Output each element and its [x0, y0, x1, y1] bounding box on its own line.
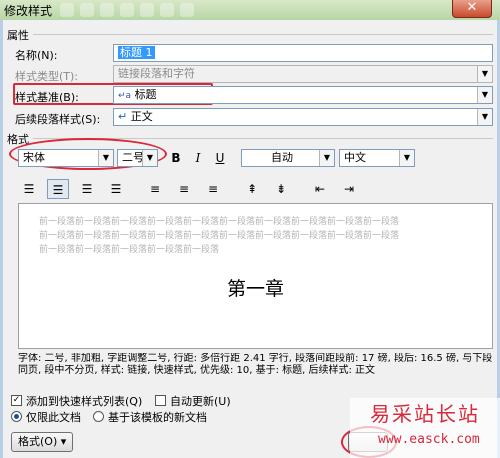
watermark-url: www.easck.com — [378, 432, 480, 447]
script-select[interactable]: 中文 ▼ — [339, 149, 415, 167]
font-size-value: 二号 — [122, 151, 144, 164]
one-half-spacing-button[interactable]: ≡ — [173, 179, 195, 199]
name-input[interactable]: 标题 1 — [113, 44, 493, 62]
style-preview: 前一段落前一段落前一段落前一段落前一段落前一段落前一段落前一段落前一段落前一段落… — [18, 203, 493, 349]
next-style-select[interactable]: ↵ 正文 ▼ — [113, 108, 493, 126]
properties-section-title: 属性 — [7, 29, 29, 42]
increase-paragraph-spacing-button[interactable]: ⇞ — [241, 179, 263, 199]
checkmark-icon: ✓ — [12, 395, 21, 405]
single-spacing-button[interactable]: ≡ — [144, 179, 166, 199]
next-style-label: 后续段落样式(S): — [15, 113, 101, 126]
single-spacing-icon: ≡ — [149, 182, 161, 196]
increase-spacing-icon: ⇞ — [246, 182, 258, 196]
blurred-toolbar-icon — [80, 3, 94, 17]
script-value: 中文 — [344, 151, 366, 164]
add-to-quick-styles-checkbox[interactable]: ✓ — [11, 395, 22, 406]
close-icon: ✕ — [466, 0, 478, 15]
blurred-toolbar-icon — [120, 3, 134, 17]
chevron-down-icon: ▼ — [477, 66, 492, 82]
increase-indent-icon: ⇥ — [343, 182, 355, 196]
style-type-value: 链接段落和字符 — [118, 67, 195, 80]
new-documents-template-radio[interactable] — [93, 411, 104, 422]
align-center-icon: ☰ — [52, 183, 64, 197]
italic-icon: I — [195, 151, 201, 165]
chevron-down-icon: ▼ — [319, 150, 334, 166]
new-documents-template-label: 基于该模板的新文档 — [108, 411, 207, 424]
italic-button[interactable]: I — [187, 148, 209, 168]
auto-update-label: 自动更新(U) — [170, 395, 231, 408]
font-color-value: 自动 — [271, 151, 293, 164]
auto-update-checkbox[interactable] — [155, 395, 166, 406]
add-to-quick-styles-label: 添加到快速样式列表(Q) — [26, 395, 143, 408]
decrease-spacing-icon: ⇟ — [275, 182, 287, 196]
window-title: 修改样式 — [4, 4, 53, 18]
decrease-paragraph-spacing-button[interactable]: ⇟ — [270, 179, 292, 199]
justify-icon: ☰ — [110, 182, 122, 196]
chevron-down-icon: ▼ — [98, 150, 113, 166]
chevron-down-icon: ▼ — [477, 87, 492, 103]
format-menu-button[interactable]: 格式(O) ▾ — [11, 432, 74, 452]
chevron-down-icon: ▼ — [477, 109, 492, 125]
paragraph-return-icon: ↵ — [118, 110, 128, 123]
next-style-value: 正文 — [130, 110, 153, 123]
preview-heading: 第一章 — [226, 278, 284, 300]
justify-button[interactable]: ☰ — [105, 179, 127, 199]
align-center-button[interactable]: ☰ — [47, 179, 69, 199]
style-description: 字体: 二号, 非加粗, 字距调整二号, 行距: 多倍行距 2.41 字行, 段… — [18, 353, 493, 376]
font-color-select[interactable]: 自动 ▼ — [241, 149, 335, 167]
decrease-indent-icon: ⇤ — [314, 182, 326, 196]
align-right-icon: ☰ — [81, 182, 93, 196]
name-label: 名称(N): — [15, 49, 58, 62]
preview-previous-paragraph: 前一段落前一段落前一段落前一段落前一段落前一段落前一段落前一段落前一段落前一段落 — [39, 231, 400, 241]
name-value: 标题 1 — [118, 46, 155, 59]
dialog-body: 属性 名称(N): 标题 1 样式类型(T): 链接段落和字符 ▼ 样式基准(B… — [0, 20, 500, 458]
one-half-spacing-icon: ≡ — [178, 182, 190, 196]
format-menu-label: 格式(O) ▾ — [18, 435, 67, 448]
only-this-document-radio[interactable] — [11, 411, 22, 422]
underline-button[interactable]: U — [209, 148, 231, 168]
blurred-toolbar-icon — [160, 3, 174, 17]
font-name-value: 宋体 — [23, 151, 45, 164]
decrease-indent-button[interactable]: ⇤ — [309, 179, 331, 199]
increase-indent-button[interactable]: ⇥ — [338, 179, 360, 199]
font-name-select[interactable]: 宋体 ▼ — [18, 149, 114, 167]
double-spacing-icon: ≡ — [207, 182, 219, 196]
preview-previous-paragraph: 前一段落前一段落前一段落前一段落前一段落 — [39, 245, 220, 255]
preview-previous-paragraph: 前一段落前一段落前一段落前一段落前一段落前一段落前一段落前一段落前一段落前一段落 — [39, 217, 400, 227]
bold-button[interactable]: B — [165, 148, 187, 168]
align-left-icon: ☰ — [23, 182, 35, 196]
blurred-toolbar-icon — [100, 3, 114, 17]
close-button[interactable]: ✕ — [452, 0, 492, 18]
chevron-down-icon: ▼ — [142, 150, 157, 166]
based-on-select[interactable]: ↵a 标题 ▼ — [113, 86, 493, 104]
style-type-label: 样式类型(T): — [15, 70, 79, 83]
underline-icon: U — [215, 151, 225, 165]
double-spacing-button[interactable]: ≡ — [202, 179, 224, 199]
blurred-toolbar-icon — [180, 3, 194, 17]
blurred-toolbar-icon — [60, 3, 74, 17]
font-size-select[interactable]: 二号 ▼ — [117, 149, 158, 167]
bold-icon: B — [171, 151, 181, 165]
align-left-button[interactable]: ☰ — [18, 179, 40, 199]
based-on-value: 标题 — [134, 88, 157, 101]
chevron-down-icon: ▼ — [399, 150, 414, 166]
paragraph-char-icon: ↵a — [118, 91, 132, 101]
properties-divider — [33, 34, 493, 35]
style-type-select[interactable]: 链接段落和字符 ▼ — [113, 65, 493, 83]
watermark-logo: 易采站长站 — [370, 402, 480, 426]
align-right-button[interactable]: ☰ — [76, 179, 98, 199]
blurred-toolbar-icon — [140, 3, 154, 17]
title-bar: 修改样式 ✕ — [0, 0, 500, 20]
based-on-label: 样式基准(B): — [15, 91, 79, 104]
only-this-document-label: 仅限此文档 — [26, 411, 81, 424]
